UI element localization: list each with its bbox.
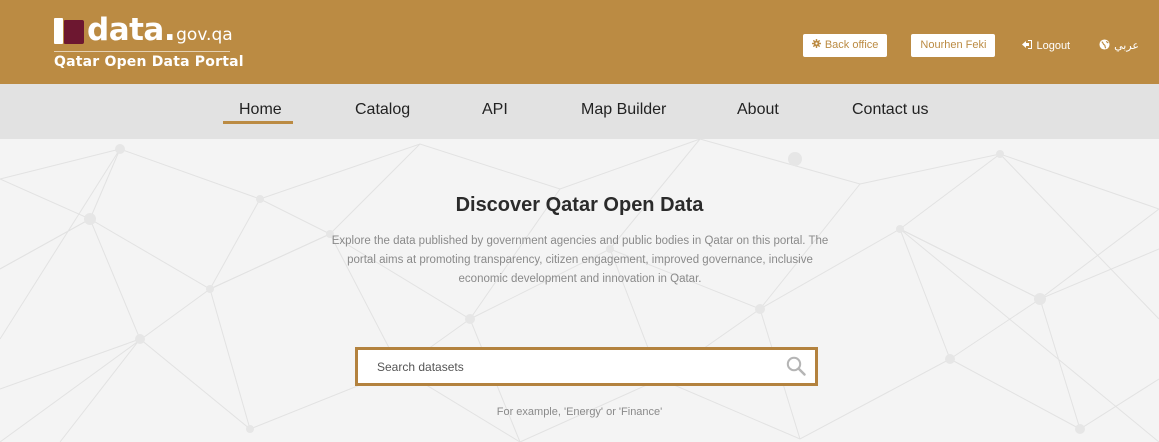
logo-suffix-text: gov.qa — [176, 25, 233, 45]
globe-icon — [1099, 38, 1110, 53]
nav-item-map-builder[interactable]: Map Builder — [581, 101, 666, 119]
header-actions: Back office Nourhen Feki Logout عربي — [802, 34, 1139, 57]
site-logo[interactable]: data. gov.qa Qatar Open Data Portal — [54, 12, 244, 70]
logout-icon — [1022, 39, 1033, 52]
search-example-hint: For example, 'Energy' or 'Finance' — [496, 406, 663, 418]
nav-item-home[interactable]: Home — [239, 101, 282, 119]
book-logo-icon — [54, 18, 84, 44]
nav-item-catalog[interactable]: Catalog — [355, 101, 410, 119]
hero-description: Explore the data published by government… — [331, 235, 829, 285]
back-office-button[interactable]: Back office — [802, 34, 888, 57]
logout-label: Logout — [1036, 39, 1071, 52]
logo-subtitle: Qatar Open Data Portal — [54, 54, 244, 70]
logo-divider — [54, 51, 230, 52]
network-background — [0, 139, 1159, 442]
logout-link[interactable]: Logout — [1022, 39, 1071, 52]
user-name-label: Nourhen Feki — [920, 39, 987, 51]
language-switch[interactable]: عربي — [1099, 38, 1139, 53]
dataset-search-bar — [355, 347, 818, 386]
back-office-label: Back office — [824, 39, 879, 51]
search-icon[interactable] — [786, 356, 806, 381]
nav-item-contact-us[interactable]: Contact us — [852, 101, 928, 119]
active-nav-indicator — [223, 121, 293, 124]
top-header: data. gov.qa Qatar Open Data Portal Back… — [0, 0, 1159, 84]
nav-item-api[interactable]: API — [482, 101, 508, 119]
user-account-button[interactable]: Nourhen Feki — [911, 34, 996, 57]
main-nav: Home Catalog API Map Builder About Conta… — [0, 84, 1159, 139]
gear-icon — [811, 34, 821, 57]
language-label: عربي — [1114, 40, 1139, 52]
hero-section: Discover Qatar Open Data Explore the dat… — [0, 139, 1159, 442]
nav-item-about[interactable]: About — [737, 101, 779, 119]
hero-title: Discover Qatar Open Data — [455, 194, 704, 216]
search-input[interactable] — [377, 350, 767, 383]
logo-main-text: data. — [87, 12, 176, 48]
